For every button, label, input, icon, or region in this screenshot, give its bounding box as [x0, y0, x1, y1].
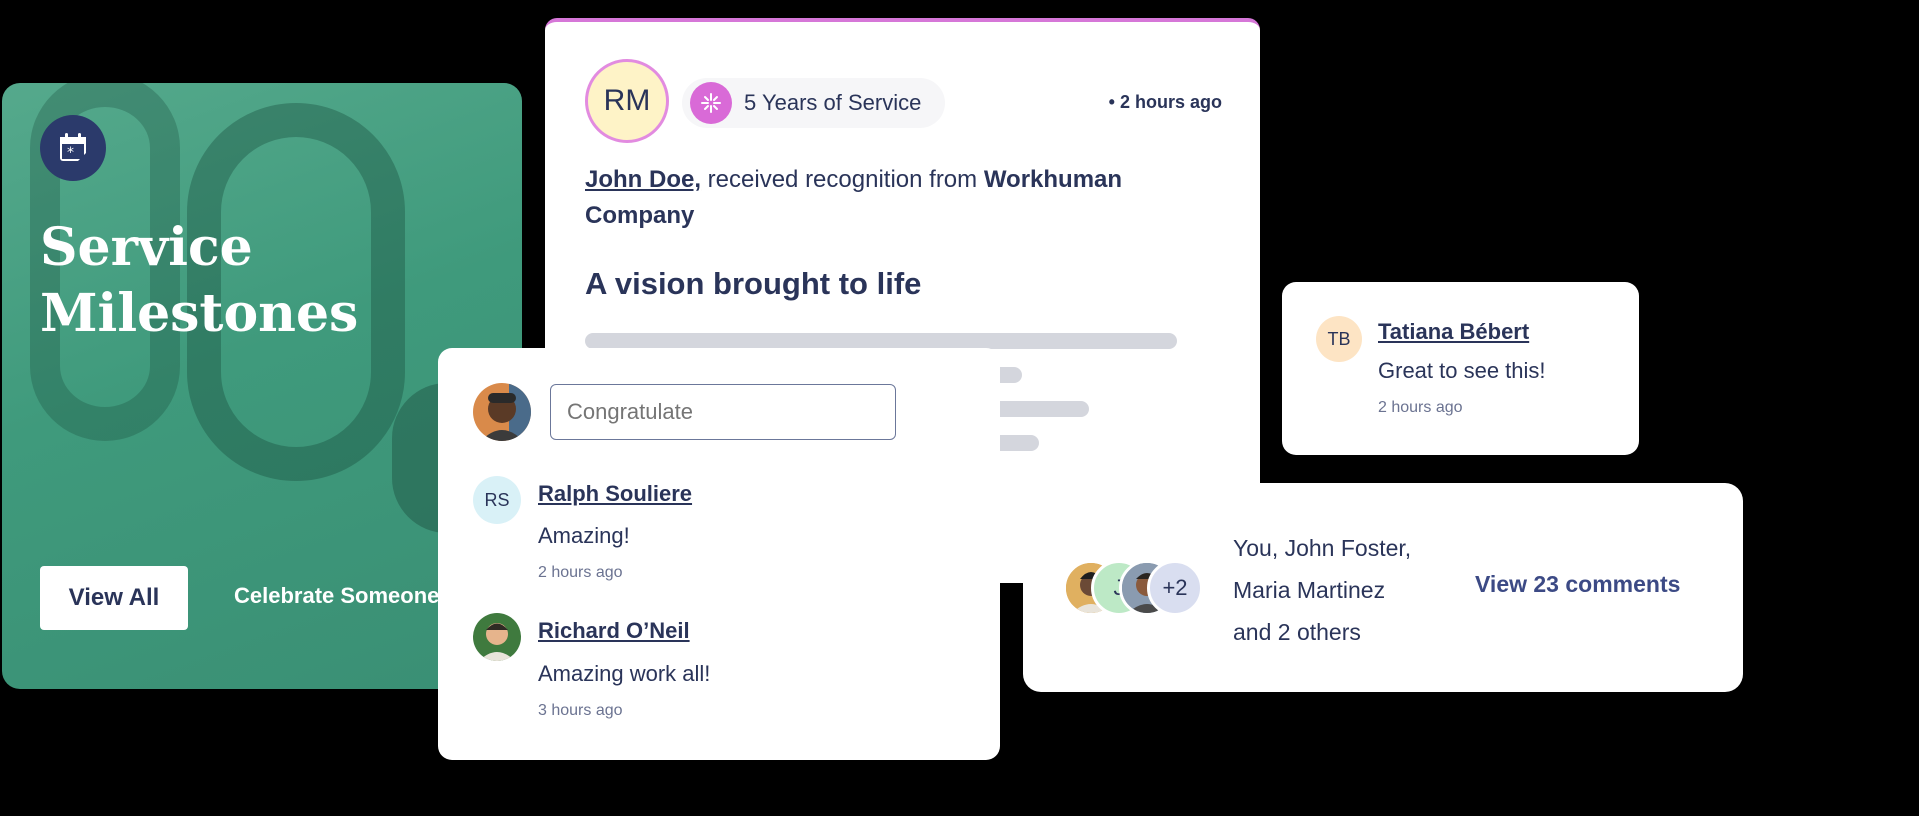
congratulate-input[interactable]	[550, 384, 896, 440]
reactors-line-3: and 2 others	[1233, 619, 1361, 645]
calendar-icon: *	[40, 115, 106, 181]
comment-text: Amazing!	[538, 523, 630, 548]
recipient-link[interactable]: John Doe,	[585, 166, 701, 193]
comment-text: Great to see this!	[1378, 358, 1546, 383]
current-user-avatar	[473, 383, 531, 441]
service-award-chip: 5 Years of Service	[682, 78, 946, 128]
comment-text: Amazing work all!	[538, 661, 711, 686]
chip-label: 5 Years of Service	[744, 90, 922, 115]
comment-author-link[interactable]: Tatiana Bébert	[1378, 319, 1529, 345]
svg-text:*: *	[67, 145, 74, 161]
comments-card: RS Ralph Souliere Amazing! 2 hours ago R…	[438, 348, 1000, 760]
title-line-2: Milestones	[40, 283, 359, 344]
recognition-middle-text: received recognition from	[701, 166, 984, 193]
avatar: RS	[473, 476, 521, 524]
avatar: RM	[585, 59, 669, 143]
comment-author-link[interactable]: Ralph Souliere	[538, 481, 692, 507]
post-timestamp: • 2 hours ago	[1108, 92, 1222, 112]
avatar: TB	[1316, 316, 1362, 362]
comment-card: TB Tatiana Bébert Great to see this! 2 h…	[1282, 282, 1639, 455]
title-line-1: Service	[40, 217, 253, 278]
reactions-summary-card: J +2 You, John Foster, Maria Martinez an…	[1023, 483, 1743, 692]
comment-author-link[interactable]: Richard O’Neil	[538, 618, 690, 644]
sparkle-icon	[690, 82, 732, 124]
recognition-description: John Doe, received recognition from Work…	[585, 162, 1185, 234]
comment-time: 3 hours ago	[538, 702, 623, 719]
award-title: A vision brought to life	[585, 266, 922, 301]
more-reactors-count: +2	[1147, 560, 1203, 616]
view-all-button[interactable]: View All	[40, 566, 188, 630]
reactors-line-2: Maria Martinez	[1233, 577, 1386, 603]
comment-time: 2 hours ago	[1378, 399, 1463, 416]
reactors-line-1: You, John Foster,	[1233, 535, 1412, 561]
milestone-title: Service Milestones	[40, 215, 460, 347]
celebrate-someone-link[interactable]: Celebrate Someone	[234, 583, 439, 609]
avatar	[473, 613, 521, 661]
text-placeholder-line	[585, 333, 1177, 349]
reactors-list: You, John Foster, Maria Martinez and 2 o…	[1233, 527, 1453, 653]
view-comments-link[interactable]: View 23 comments	[1475, 571, 1680, 598]
comment-time: 2 hours ago	[538, 564, 623, 581]
